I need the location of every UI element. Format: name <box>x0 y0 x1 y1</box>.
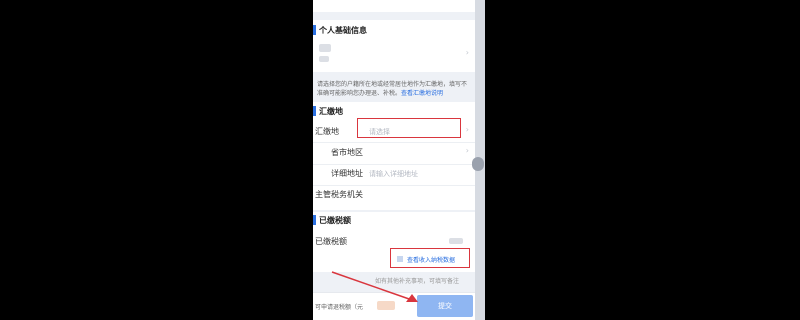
address-label: 详细地址 <box>331 169 363 178</box>
row-divider <box>313 164 475 165</box>
arrow-shaft <box>331 271 413 301</box>
red-arrow-annotation <box>331 271 418 302</box>
remit-notice: 请选择您的户籍所在地或经常居住地作为汇缴地，填写不准确可能影响您办理退、补税。查… <box>317 80 469 98</box>
tax-office-label: 主管税务机关 <box>315 190 363 199</box>
province-label: 省市地区 <box>331 148 363 157</box>
section-accent <box>313 25 316 35</box>
personal-section-title: 个人基础信息 <box>319 26 367 35</box>
address-input[interactable]: 请输入详细地址 <box>369 169 418 179</box>
paid-section-title: 已缴税额 <box>319 216 351 225</box>
row-divider <box>313 142 475 143</box>
highlight-box-location <box>357 118 461 138</box>
chevron-right-icon[interactable]: › <box>466 146 469 155</box>
personal-info-card: 个人基础信息 › <box>313 20 475 72</box>
chevron-right-icon: › <box>465 125 469 134</box>
chevron-right-icon: › <box>465 48 469 57</box>
blurred-amount <box>449 238 463 244</box>
blurred-id <box>319 56 329 62</box>
remit-section-title: 汇缴地 <box>319 107 343 116</box>
row-divider <box>313 185 475 186</box>
remit-location-label: 汇缴地 <box>315 127 339 136</box>
paid-amount-label: 已缴税额 <box>315 237 347 246</box>
notice-text: 请选择您的户籍所在地或经常居住地作为汇缴地，填写不准确可能影响您办理退、补税。 <box>317 81 468 97</box>
notice-link[interactable]: 查看汇缴地说明 <box>401 90 443 97</box>
section-accent <box>313 106 316 116</box>
blurred-name <box>319 44 331 52</box>
submit-button[interactable]: 提交 <box>417 295 473 317</box>
scroll-handle[interactable] <box>472 157 484 171</box>
highlight-box-income <box>390 248 470 268</box>
top-card <box>313 0 475 12</box>
section-accent <box>313 215 316 225</box>
